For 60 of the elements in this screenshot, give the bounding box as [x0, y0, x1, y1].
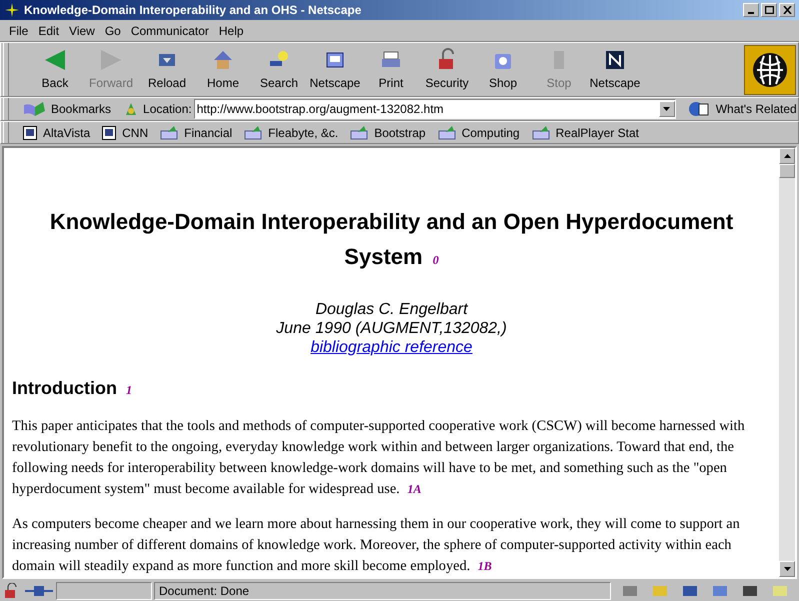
- plug-icon[interactable]: [24, 583, 54, 599]
- up-arrow-icon: [784, 154, 790, 158]
- page-icon: [102, 126, 116, 140]
- close-button[interactable]: [779, 3, 795, 17]
- folder-icon: [532, 126, 550, 140]
- down-arrow-icon: [784, 567, 790, 571]
- date: June 1990 (AUGMENT,132082,): [276, 319, 507, 338]
- status-text: Document: Done: [159, 583, 250, 600]
- anchor-link[interactable]: 0: [432, 253, 439, 267]
- toolbar-button[interactable]: Netscape: [307, 48, 363, 92]
- toolbar-button[interactable]: Security: [419, 48, 475, 92]
- menu-item[interactable]: Communicator: [126, 22, 214, 40]
- page-icon: [23, 126, 37, 140]
- scroll-down-button[interactable]: [779, 561, 795, 577]
- anchor-link[interactable]: 1: [126, 383, 132, 397]
- bookmark-link[interactable]: Fleabyte, &c.: [244, 124, 338, 142]
- scroll-thumb[interactable]: [779, 164, 795, 178]
- maximize-icon: [764, 6, 774, 14]
- toolbar-button[interactable]: Shop: [475, 48, 531, 92]
- bookmark-link[interactable]: RealPlayer Stat: [532, 124, 639, 142]
- folder-icon: [160, 126, 178, 140]
- folder-icon: [244, 126, 262, 140]
- menu-item[interactable]: Edit: [33, 22, 64, 40]
- close-icon: [782, 6, 792, 14]
- paragraph: This paper anticipates that the tools and methods of computer-supported cooperative work (CSCW) will become harnessed with revolutionary benefit to the ongoing, everyday knowledge work within and between larger organizations. Toward that end, the following needs for interoperability between knowledge-work domains will have to be met, and something such as the "open hyperdocument system" must become available for widespread use. 1A: [12, 417, 746, 499]
- bookmark-link[interactable]: Computing: [438, 124, 520, 142]
- paragraph: As computers become cheaper and we learn more about harnessing them in our cooperative work, they will come to support an increasing number of different domains of knowledge work. Moreover, the sphere of computer-supported activity within each domain will steadily expand as more function and more skill become employed. 1B: [12, 515, 741, 576]
- bookmark-link[interactable]: AltaVista: [23, 124, 90, 142]
- toolbar-button[interactable]: Reload: [139, 48, 195, 92]
- bookmark-link[interactable]: CNN: [102, 124, 148, 142]
- folder-icon: [438, 126, 456, 140]
- toolbar-button[interactable]: Print: [363, 48, 419, 92]
- window-title: Knowledge-Domain Interoperability and an OHS - Netscape: [24, 2, 362, 19]
- minimize-button[interactable]: [743, 3, 759, 17]
- toolbar-button[interactable]: Home: [195, 48, 251, 92]
- anchor-link[interactable]: 1B: [478, 559, 492, 573]
- toolbar-button[interactable]: Search: [251, 48, 307, 92]
- vertical-scrollbar[interactable]: [779, 148, 795, 577]
- menu-item[interactable]: Help: [214, 22, 249, 40]
- reference-link[interactable]: bibliographic reference: [310, 338, 472, 357]
- toolbar-button[interactable]: Back: [27, 48, 83, 92]
- author: Douglas C. Engelbart: [315, 300, 468, 319]
- section-heading: Introduction 1: [12, 377, 133, 400]
- scroll-up-button[interactable]: [779, 148, 795, 164]
- toolbar-button[interactable]: Netscape: [587, 48, 643, 92]
- back-icon: [43, 48, 67, 72]
- maximize-button[interactable]: [761, 3, 777, 17]
- anchor-link[interactable]: 1A: [407, 482, 422, 496]
- document-title: Knowledge-Domain Interoperability and an Open Hyperdocument System 0: [48, 208, 734, 271]
- folder-icon: [350, 126, 368, 140]
- netscape-logo-icon[interactable]: [744, 44, 796, 94]
- menu-item[interactable]: Go: [100, 22, 126, 40]
- bookmark-link[interactable]: Financial: [160, 124, 232, 142]
- menu-item[interactable]: File: [4, 22, 34, 40]
- bookmark-link[interactable]: Bootstrap: [350, 124, 426, 142]
- url-field[interactable]: http://www.bootstrap.org/augment-132082.htm: [194, 99, 676, 119]
- location-label: Location:: [143, 101, 192, 118]
- menu-item[interactable]: View: [64, 22, 100, 40]
- whats-related-button[interactable]: What's Related: [688, 100, 797, 118]
- bookmarks-button[interactable]: Bookmarks: [23, 100, 112, 118]
